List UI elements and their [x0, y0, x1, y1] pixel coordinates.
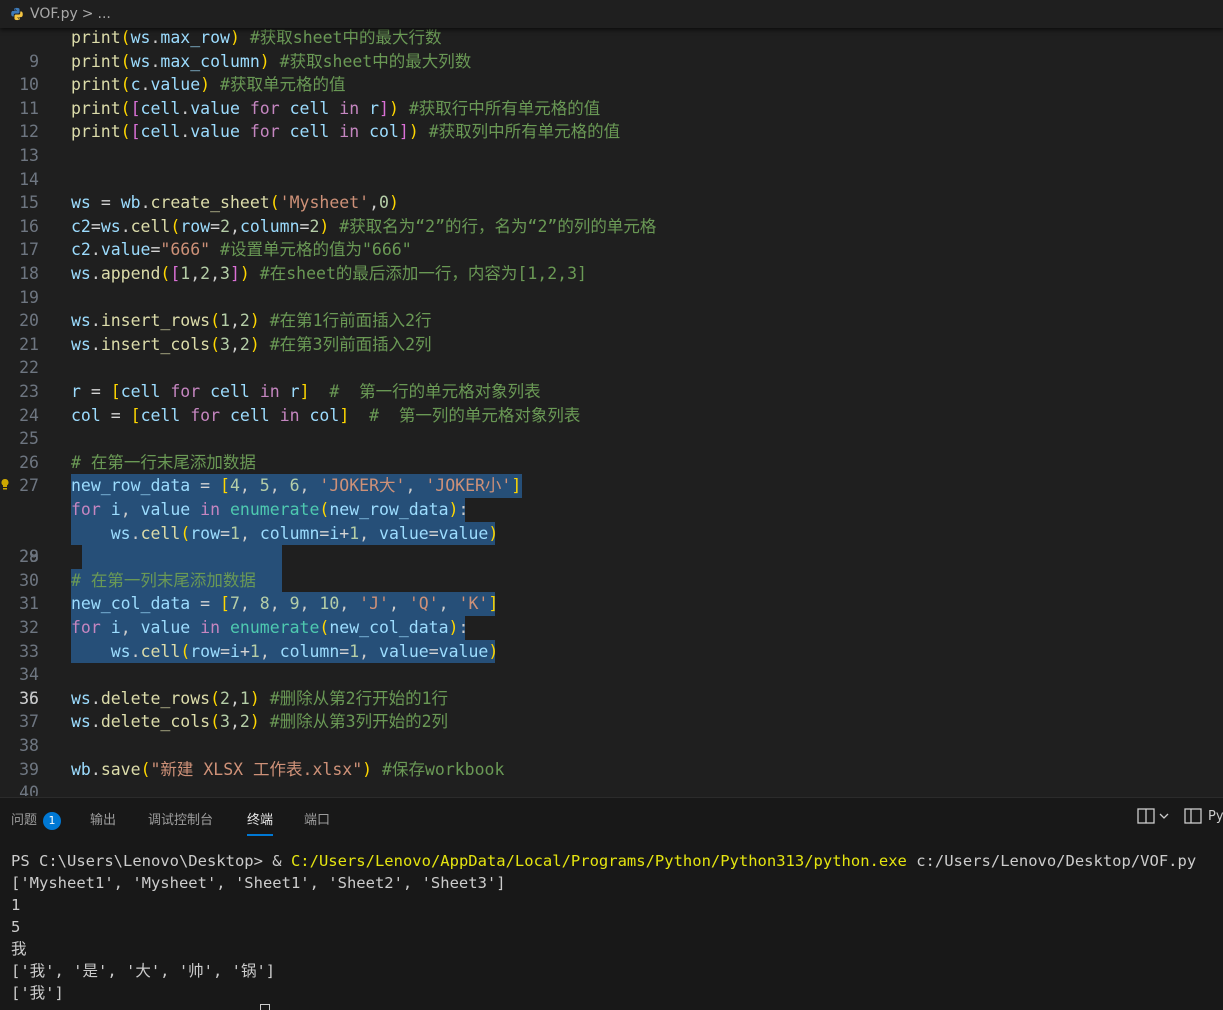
code-line: 10 print(ws.max_column) #获取sheet中的最大列数 [0, 50, 1223, 95]
code-string: "666" [160, 240, 211, 260]
tab-ports[interactable]: 端口 [304, 809, 330, 828]
breadcrumb-symbol[interactable]: ... [98, 6, 111, 22]
code-string: 'J' [359, 594, 389, 614]
code-comment: #删除从第2行开始的1行 [269, 688, 449, 708]
code-line: 35 ws.cell(row=i+1, column=1, value=valu… [0, 639, 1223, 708]
code-comment: #在第3列前面插入2列 [269, 334, 432, 354]
code-line: 39 [0, 734, 1223, 779]
terminal-cursor [260, 1001, 270, 1010]
code-line: 40 wb.save("新建 XLSX 工作表.xlsx") #保存workbo… [0, 758, 1223, 796]
code-comment: #获取名为“2”的行，名为“2”的列的单元格 [339, 216, 657, 236]
code-line: 16 ws = wb.create_sheet('Mysheet',0) [0, 191, 1223, 236]
breadcrumb-file[interactable]: VOF.py [30, 6, 78, 22]
code-comment: #设置单元格的值为"666" [220, 240, 412, 260]
code-string: 'K' [458, 594, 489, 614]
code-line: 34 for i, value in enumerate(new_col_dat… [0, 616, 1223, 684]
code-line: 12 print([cell.value for cell in r]) #获取… [0, 97, 1223, 142]
code-line: 25 col = [cell for cell in col] # 第一列的单元… [0, 404, 1223, 449]
code-comment: #获取列中所有单元格的值 [428, 122, 621, 142]
code-comment: #删除从第3列开始的2列 [269, 712, 449, 732]
code-line: 30 ws.cell(row=1, column=i+1, value=valu… [0, 521, 1223, 590]
code-line: 20 [0, 286, 1223, 330]
code-comment: #在sheet的最后添加一行，内容为[1,2,3] [259, 264, 587, 283]
terminal-exe-path: C:/Users/Lenovo/AppData/Local/Programs/P… [290, 852, 907, 870]
code-line: 33 new_col_data = [7, 8, 9, 10, 'J', 'Q'… [0, 592, 1223, 661]
terminal-prompt: PS C:\Users\Lenovo\Desktop> & [11, 852, 291, 870]
terminal-arg: c:/Users/Lenovo/Desktop/VOF.py [906, 852, 1197, 870]
terminal-profile-label[interactable]: Pyt [1208, 809, 1223, 824]
terminal-line: 1 [11, 896, 21, 914]
terminal-command-line: PS C:\Users\Lenovo\Desktop> & C:/Users/L… [11, 850, 1196, 872]
code-line: 13 print([cell.value for cell in col]) #… [0, 120, 1223, 165]
panel-tab-bar: 问题 1 输出 调试控制台 终端 端口 Pyt [0, 797, 1223, 838]
code-line: 36 [0, 663, 1223, 708]
panel-actions: Pyt [1137, 808, 1223, 824]
lightbulb-icon[interactable] [0, 478, 10, 492]
code-string: "新建 XLSX 工作表.xlsx" [150, 759, 363, 779]
code-line: 15 [0, 168, 1223, 212]
code-line: 19 ws.append([1,2,3]) #在sheet的最后添加一行，内容为… [0, 262, 1223, 307]
code-line: 11 print(c.value) #获取单元格的值 [0, 73, 1223, 118]
panel-layout-icon[interactable] [1184, 808, 1202, 824]
code-line: 24 r = [cell for cell in r] # 第一行的单元格对象列… [0, 380, 1223, 425]
code-string: 'Mysheet' [279, 193, 370, 213]
code-line: 28 new_row_data = [4, 5, 6, 'JOKER大', 'J… [0, 474, 1223, 566]
terminal-line: 5 [11, 918, 21, 936]
code-line: 38 ws.delete_cols(3,2) #删除从第3列开始的2列 [0, 710, 1223, 755]
tab-problems[interactable]: 问题 1 [11, 809, 62, 830]
code-comment: #获取单元格的值 [220, 75, 346, 95]
tab-label: 问题 [11, 813, 38, 828]
code-comment: #保存workbook [382, 759, 505, 779]
code-line: 31 [0, 545, 1223, 613]
code-line: 29 for i, value in enumerate(new_row_dat… [0, 498, 1223, 566]
code-line: 21 ws.insert_rows(1,2) #在第1行前面插入2行 [0, 309, 1223, 354]
code-comment: #获取行中所有单元格的值 [408, 98, 601, 118]
terminal-line: 我 [11, 940, 27, 958]
code-line: 37 ws.delete_rows(2,1) #删除从第2行开始的1行 [0, 687, 1223, 732]
code-line: 22 ws.insert_cols(3,2) #在第3列前面插入2列 [0, 333, 1223, 378]
split-editor-icon[interactable] [1137, 808, 1155, 824]
code-string: 'JOKER小' [425, 476, 512, 496]
code-comment: #获取sheet中的最大行数 [249, 28, 442, 47]
code-line: 14 [0, 144, 1223, 189]
terminal-output[interactable]: PS C:\Users\Lenovo\Desktop> & C:/Users/L… [0, 838, 1223, 1010]
code-comment: # 第一行的单元格对象列表 [329, 382, 541, 401]
code-line: 9 print(ws.max_row) #获取sheet中的最大行数 [0, 26, 1223, 71]
code-line: 26 [0, 427, 1223, 472]
code-comment: # 在第一列末尾添加数据 [71, 570, 256, 590]
code-line: 27 # 在第一行末尾添加数据 [0, 451, 1223, 496]
breadcrumb: VOF.py > ... [0, 0, 1223, 28]
tab-terminal[interactable]: 终端 [247, 809, 274, 836]
code-string: 'JOKER大' [319, 476, 406, 496]
terminal-line: ['我', '是', '大', '帅', '锅'] [11, 962, 276, 980]
code-editor[interactable]: 9 print(ws.max_row) #获取sheet中的最大行数 10 pr… [0, 26, 1223, 796]
terminal-line: ['Mysheet1', 'Mysheet', 'Sheet1', 'Sheet… [11, 874, 506, 892]
tab-debug-console[interactable]: 调试控制台 [148, 809, 213, 828]
problems-count-badge: 1 [43, 811, 62, 830]
code-line: 18 c2.value="666" #设置单元格的值为"666" [0, 238, 1223, 283]
terminal-line: ['我'] [11, 984, 64, 1002]
code-comment: #在第1行前面插入2行 [269, 311, 432, 331]
code-line: 17 c2=ws.cell(row=2,column=2) #获取名为“2”的行… [0, 215, 1223, 260]
chevron-down-icon[interactable] [1158, 810, 1170, 822]
code-comment: #获取sheet中的最大列数 [279, 51, 472, 71]
line-number: 40 [19, 783, 39, 796]
tab-output[interactable]: 输出 [90, 809, 116, 828]
code-line: 23 [0, 356, 1223, 401]
code-line: 32 # 在第一列末尾添加数据 [0, 568, 1223, 637]
python-file-icon [11, 7, 23, 21]
code-comment: # 在第一行末尾添加数据 [71, 452, 256, 472]
code-comment: # 第一列的单元格对象列表 [369, 405, 581, 425]
code-string: 'Q' [408, 594, 439, 614]
breadcrumb-separator: > [81, 6, 94, 22]
